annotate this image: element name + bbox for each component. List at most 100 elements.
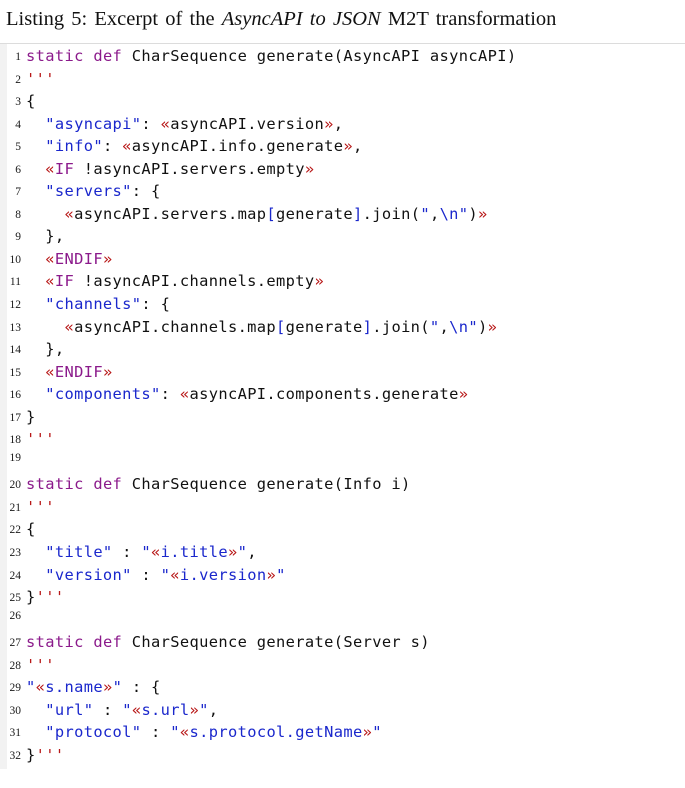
code-token-pln: [26, 566, 45, 584]
line-number: 17: [9, 411, 22, 424]
code-token-str: "protocol": [45, 723, 142, 742]
code-token-tpl: «: [170, 565, 180, 584]
code-token-str: [: [266, 204, 277, 223]
code-token-tpl: »: [102, 678, 113, 697]
code-token-tpl: «: [45, 272, 55, 291]
code-token-pln: ,: [352, 137, 363, 156]
code-token-str: "asyncapi": [45, 114, 142, 133]
code-line-source: },: [26, 227, 64, 245]
line-number: 12: [9, 299, 22, 312]
code-token-kw: static: [26, 475, 84, 494]
code-token-tpl: »: [478, 204, 488, 223]
code-token-kw: def: [93, 47, 123, 65]
code-token-pln: [26, 295, 45, 313]
code-token-kw: ENDIF: [54, 362, 103, 381]
code-token-pln: [26, 115, 45, 133]
line-number: 21: [9, 501, 22, 514]
code-token-str: "servers": [45, 182, 132, 201]
code-token-tpl: »: [362, 723, 373, 742]
code-token-pln: }: [26, 407, 36, 426]
code-token-pln: :: [93, 700, 123, 719]
code-listing-body: 1 static def CharSequence generate(AsyncA…: [0, 47, 685, 769]
code-line: 14 },: [0, 340, 685, 363]
code-token-tpl: ''': [26, 497, 55, 516]
code-token-tpl: «: [45, 249, 55, 268]
code-token-pln: [26, 318, 64, 336]
code-token-tpl: »: [458, 385, 469, 404]
code-line: 31 "protocol" : "«s.protocol.getName»": [0, 723, 685, 746]
code-line: 6 «IF !asyncAPI.servers.empty»: [0, 160, 685, 183]
code-token-str: "info": [45, 137, 103, 156]
code-token-str: s.name: [45, 678, 103, 697]
line-number: 29: [9, 682, 22, 695]
line-number: 28: [9, 659, 22, 672]
code-token-kw: static: [26, 633, 84, 652]
code-token-tpl: »: [227, 543, 238, 562]
code-token-tpl: »: [324, 114, 334, 133]
code-line-source: ''': [26, 430, 55, 448]
code-line: 27 static def CharSequence generate(Serve…: [0, 633, 685, 656]
code-token-str: ": [26, 678, 36, 697]
code-line-source: }''': [26, 746, 64, 764]
code-token-str: ": [429, 317, 440, 336]
code-token-tpl: «: [64, 204, 75, 223]
code-token-pln: :: [141, 723, 171, 742]
code-line: 25}''': [0, 588, 685, 611]
code-line: 20 static def CharSequence generate(Info …: [0, 475, 685, 498]
code-token-str: s.url: [141, 700, 190, 719]
code-line: 5 "info": «asyncAPI.info.generate»,: [0, 137, 685, 160]
code-token-tpl: «: [131, 700, 142, 719]
code-token-tpl: »: [314, 272, 325, 291]
line-number: 24: [9, 569, 22, 582]
code-token-pln: : {: [122, 678, 161, 697]
code-token-pln: [26, 137, 45, 155]
line-number: 26: [9, 609, 22, 622]
code-token-pln: {: [26, 92, 36, 111]
code-token-tpl: ''': [26, 655, 55, 674]
code-line: 30 "url" : "«s.url»",: [0, 701, 685, 724]
line-number: 1: [15, 51, 21, 63]
code-token-pln: ): [468, 204, 479, 223]
code-line: 12 "channels": {: [0, 295, 685, 318]
code-token-str: "title": [45, 543, 113, 562]
code-token-kw: def: [93, 633, 123, 652]
code-token-tpl: «: [151, 543, 161, 562]
line-number: 15: [9, 366, 22, 379]
line-number: 4: [15, 118, 21, 131]
code-line-source: «IF !asyncAPI.channels.empty»: [26, 272, 324, 290]
code-token-pln: ,: [247, 543, 257, 562]
code-line: 8 «asyncAPI.servers.map[generate].join("…: [0, 205, 685, 228]
code-token-str: "version": [45, 565, 132, 584]
code-line-source: ''': [26, 498, 55, 516]
line-number: 14: [9, 344, 22, 357]
code-token-pln: asyncAPI.components.generate: [189, 385, 459, 404]
line-number: 5: [15, 141, 21, 154]
line-number: 30: [9, 704, 22, 717]
code-line: 15 «ENDIF»: [0, 363, 685, 386]
listing-page: Listing 5: Excerpt of the AsyncAPI to JS…: [0, 0, 685, 788]
line-number: 8: [15, 208, 21, 221]
code-token-pln: ,: [439, 317, 450, 336]
code-line: 11 «IF !asyncAPI.channels.empty»: [0, 272, 685, 295]
code-line: 7 "servers": {: [0, 182, 685, 205]
code-token-pln: [26, 385, 45, 403]
code-line-source: «asyncAPI.channels.map[generate].join(",…: [26, 318, 497, 336]
code-token-pln: :: [131, 565, 161, 584]
code-token-pln: CharSequence generate(Info i): [122, 475, 411, 494]
code-token-pln: },: [26, 340, 65, 359]
code-line: 24 "version" : "«i.version»": [0, 566, 685, 589]
code-token-pln: :: [102, 137, 123, 156]
code-token-pln: [26, 723, 45, 741]
code-token-tpl: »: [102, 362, 113, 381]
code-line: 2 ''': [0, 70, 685, 93]
code-token-str: ": [141, 543, 152, 562]
code-line: 3{: [0, 92, 685, 115]
code-token-str: ": [122, 700, 132, 719]
line-number: 23: [9, 547, 22, 560]
code-token-tpl: ''': [35, 745, 65, 764]
code-line-source: }''': [26, 588, 64, 606]
code-line-source: static def CharSequence generate(Server …: [26, 633, 430, 651]
code-token-str: ": [468, 317, 479, 336]
line-number: 6: [15, 163, 21, 176]
code-token-pln: asyncAPI.servers.map: [74, 204, 267, 223]
